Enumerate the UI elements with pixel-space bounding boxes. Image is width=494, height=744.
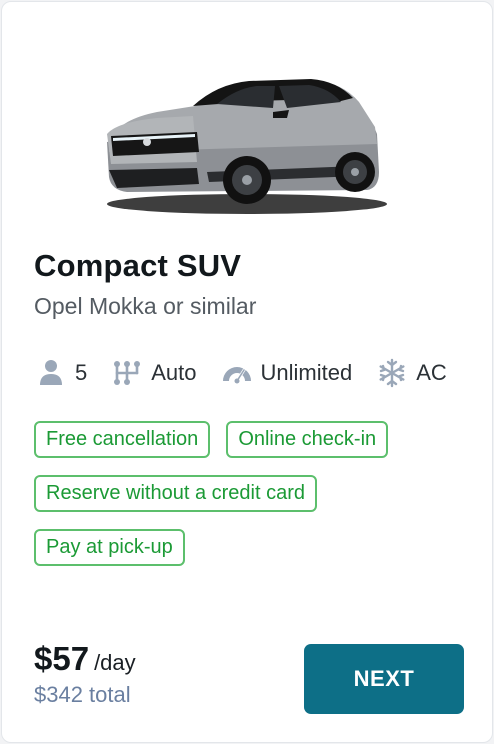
next-button[interactable]: NEXT xyxy=(304,644,464,714)
total-price: $342 total xyxy=(34,682,131,707)
snowflake-icon xyxy=(376,357,408,389)
badge-free-cancellation: Free cancellation xyxy=(34,421,211,458)
spec-transmission-label: Auto xyxy=(151,360,197,385)
spec-ac-label: AC xyxy=(416,360,447,385)
badge-online-check-in: Online check-in xyxy=(226,421,389,458)
spec-mileage-label: Unlimited xyxy=(260,360,353,385)
spec-mileage: Unlimited xyxy=(221,357,353,389)
spec-ac: AC xyxy=(376,357,447,389)
car-category-title: Compact SUV xyxy=(34,248,242,283)
badge-pay-at-pickup: Pay at pick-up xyxy=(34,529,185,566)
speedometer-icon xyxy=(221,357,253,389)
person-icon xyxy=(35,357,67,389)
car-image xyxy=(97,72,387,217)
spec-seats-label: 5 xyxy=(75,360,88,385)
transmission-icon xyxy=(111,357,143,389)
daily-price: $57 xyxy=(34,640,90,677)
spec-seats: 5 xyxy=(35,357,87,389)
spec-transmission: Auto xyxy=(111,357,197,389)
car-model-subtitle: Opel Mokka or similar xyxy=(34,293,257,319)
badge-reserve-without-card: Reserve without a credit card xyxy=(34,475,318,512)
price-unit: /day xyxy=(94,650,136,675)
car-specs: 5 Auto Unlimited AC xyxy=(35,356,447,390)
price-block: $57 /day $342 total xyxy=(34,640,136,708)
feature-badges: Free cancellation Online check-in Reserv… xyxy=(34,421,464,583)
price-line: $57 /day xyxy=(34,640,136,678)
car-offer-card: Compact SUV Opel Mokka or similar 5 Auto… xyxy=(1,1,493,743)
